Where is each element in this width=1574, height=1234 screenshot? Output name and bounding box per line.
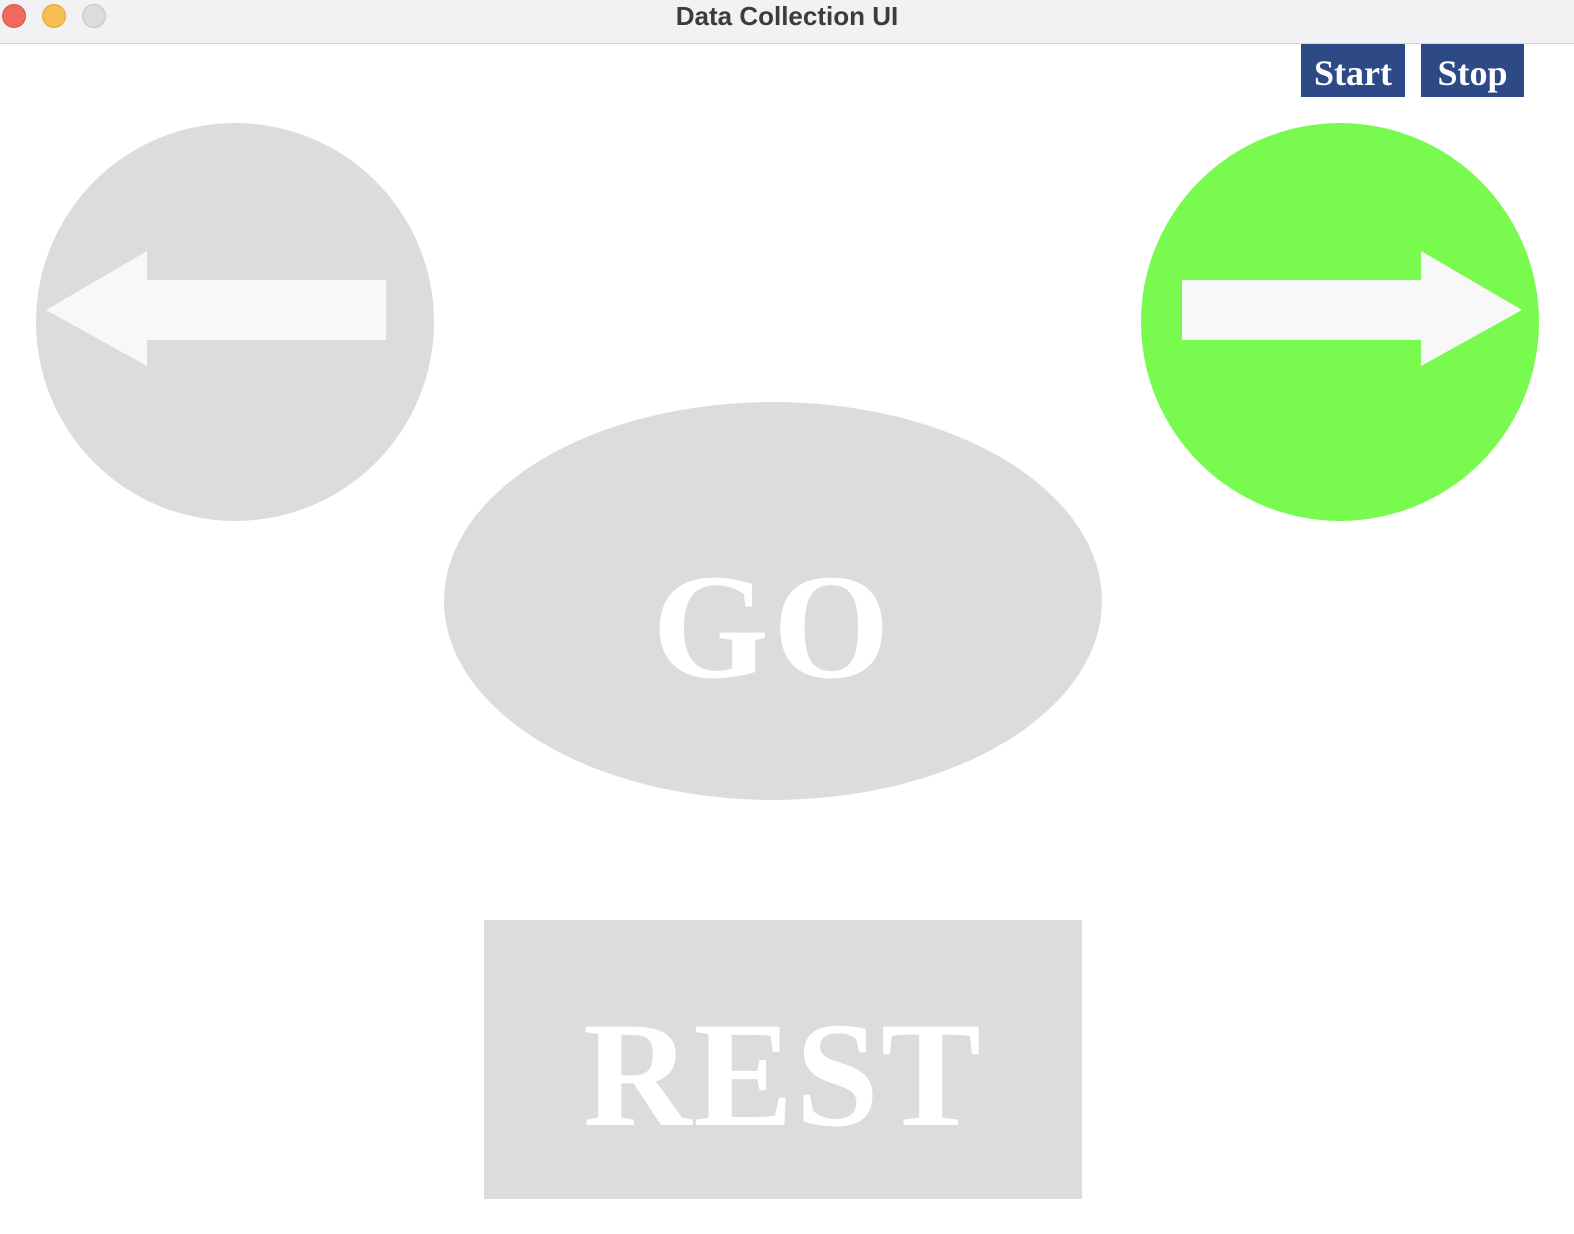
title-bar: Data Collection UI [0,0,1574,44]
left-cue-circle[interactable] [36,123,434,521]
rest-cue-box[interactable]: REST [484,920,1082,1199]
arrow-left-icon [46,251,386,366]
right-cue-circle[interactable] [1141,123,1539,521]
go-label: GO [652,544,894,710]
go-cue-ellipse[interactable]: GO [444,402,1102,800]
rest-label: REST [583,992,983,1158]
start-button[interactable]: Start [1301,44,1405,97]
app-window: Data Collection UI Start Stop GO REST [0,0,1574,1234]
window-title: Data Collection UI [675,1,899,31]
arrow-right-icon [1182,251,1522,366]
stop-button[interactable]: Stop [1421,44,1524,97]
